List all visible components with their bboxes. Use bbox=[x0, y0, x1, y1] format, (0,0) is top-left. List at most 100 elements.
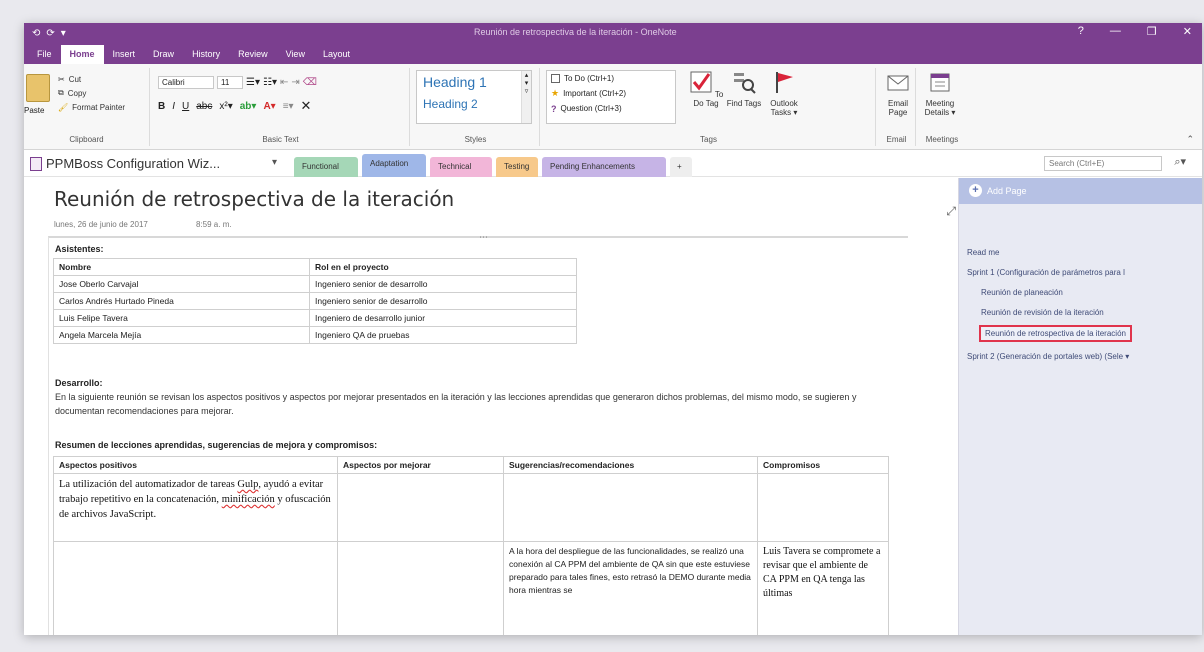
development-paragraph[interactable]: En la siguiente reunión se revisan los a… bbox=[55, 390, 895, 418]
table-cell[interactable]: La utilización del automatizador de tare… bbox=[53, 473, 338, 542]
tab-history[interactable]: History bbox=[183, 45, 229, 64]
paste-icon[interactable] bbox=[26, 74, 50, 102]
undo-icon[interactable]: ⟲ bbox=[32, 28, 40, 39]
indent-icon[interactable]: ⇥ bbox=[291, 77, 299, 88]
table-cell[interactable]: Ingeniero de desarrollo junior bbox=[309, 309, 577, 327]
table-cell[interactable] bbox=[757, 473, 889, 542]
table-cell[interactable] bbox=[53, 541, 338, 635]
cut-button[interactable]: ✂ Cut bbox=[58, 72, 125, 86]
page-item-retrospective[interactable]: Reunión de retrospectiva de la iteración bbox=[979, 325, 1132, 342]
tab-layout[interactable]: Layout bbox=[314, 45, 359, 64]
copy-button[interactable]: ⧉ Copy bbox=[58, 86, 125, 100]
tab-insert[interactable]: Insert bbox=[104, 45, 145, 64]
highlight-icon[interactable]: ab▾ bbox=[240, 101, 257, 112]
table-cell[interactable]: Luis Felipe Tavera bbox=[53, 309, 310, 327]
attendees-heading: Asistentes: bbox=[55, 244, 104, 254]
delete-icon[interactable]: ✕ bbox=[301, 98, 312, 114]
styles-gallery[interactable]: Heading 1 Heading 2 ▴ ▾ ▿ bbox=[416, 70, 532, 124]
italic-icon[interactable]: I bbox=[172, 101, 175, 112]
styles-scroll[interactable]: ▴ ▾ ▿ bbox=[521, 71, 531, 123]
table-cell[interactable]: Ingeniero senior de desarrollo bbox=[309, 275, 577, 293]
tag-question[interactable]: ? Question (Ctrl+3) bbox=[547, 101, 675, 116]
lessons-table[interactable]: Aspectos positivos Aspectos por mejorar … bbox=[53, 456, 889, 635]
page-item-sprint-1[interactable]: Sprint 1 (Configuración de parámetros pa… bbox=[967, 268, 1125, 277]
meeting-details-button[interactable]: Meeting Details ▾ bbox=[920, 70, 960, 117]
format-painter-button[interactable]: 🖌 Format Painter bbox=[58, 100, 125, 114]
minimize-button[interactable]: — bbox=[1110, 25, 1121, 38]
search-input[interactable]: Search (Ctrl+E) bbox=[1044, 156, 1162, 171]
font-name-select[interactable]: Calibri bbox=[158, 76, 214, 89]
table-cell[interactable]: Jose Oberlo Carvajal bbox=[53, 275, 310, 293]
chevron-down-icon[interactable]: ▾ bbox=[272, 157, 277, 168]
clear-formatting-icon[interactable]: ⌫ bbox=[303, 77, 317, 88]
strikethrough-icon[interactable]: abc bbox=[196, 101, 212, 112]
container-grip-icon[interactable]: ⋯ bbox=[479, 232, 488, 243]
font-size-select[interactable]: 11 bbox=[217, 76, 243, 89]
tags-gallery[interactable]: To Do (Ctrl+1) ★ Important (Ctrl+2) ? Ques… bbox=[546, 70, 676, 124]
close-button[interactable]: ✕ bbox=[1183, 25, 1192, 38]
tab-view[interactable]: View bbox=[277, 45, 314, 64]
expand-icon[interactable]: ⤢ bbox=[946, 204, 956, 219]
email-page-button[interactable]: Email Page bbox=[878, 70, 918, 117]
attendees-table[interactable]: Nombre Rol en el proyecto Jose Oberlo Ca… bbox=[53, 258, 577, 344]
section-tab-technical[interactable]: Technical bbox=[430, 157, 492, 177]
table-cell[interactable] bbox=[337, 473, 504, 542]
font-color-icon[interactable]: A▾ bbox=[263, 101, 275, 112]
table-row: Angela Marcela Mejía Ingeniero QA de pru… bbox=[53, 326, 577, 344]
table-cell[interactable]: Angela Marcela Mejía bbox=[53, 326, 310, 344]
table-header: Aspectos positivos bbox=[53, 456, 338, 474]
notebook-title[interactable]: PPMBoss Configuration Wiz... bbox=[46, 156, 220, 171]
subscript-icon[interactable]: x²▾ bbox=[219, 101, 232, 112]
page-canvas[interactable]: Reunión de retrospectiva de la iteración… bbox=[24, 178, 958, 635]
tab-file[interactable]: File bbox=[28, 45, 61, 64]
customize-qat-icon[interactable]: ▾ bbox=[61, 28, 66, 39]
page-item-sprint-2[interactable]: Sprint 2 (Generación de portales web) (S… bbox=[967, 352, 1129, 361]
table-cell[interactable] bbox=[337, 541, 504, 635]
style-heading-1[interactable]: Heading 1 bbox=[423, 74, 487, 90]
table-cell[interactable]: Luis Tavera se compromete a revisar que … bbox=[757, 541, 889, 635]
search-icon[interactable]: ⌕▾ bbox=[1174, 155, 1186, 169]
window-title: Reunión de retrospectiva de la iteración… bbox=[474, 27, 677, 37]
notebook-icon[interactable] bbox=[30, 157, 42, 171]
section-tab-pending-enhancements[interactable]: Pending Enhancements bbox=[542, 157, 666, 177]
brush-icon: 🖌 bbox=[58, 102, 69, 112]
table-cell[interactable]: Ingeniero senior de desarrollo bbox=[309, 292, 577, 310]
table-cell[interactable] bbox=[503, 473, 758, 542]
tab-home[interactable]: Home bbox=[60, 45, 104, 64]
tab-review[interactable]: Review bbox=[229, 45, 277, 64]
find-tags-button[interactable]: Find Tags bbox=[724, 70, 764, 108]
paste-button[interactable]: Paste bbox=[24, 106, 44, 115]
bullets-icon[interactable]: ☰▾ bbox=[246, 77, 260, 88]
tag-todo[interactable]: To Do (Ctrl+1) bbox=[547, 71, 675, 86]
numbering-icon[interactable]: ☷▾ bbox=[263, 77, 277, 88]
table-cell[interactable]: Carlos Andrés Hurtado Pineda bbox=[53, 292, 310, 310]
note-container[interactable]: ⋯ Asistentes: Nombre Rol en el proyecto … bbox=[48, 232, 908, 635]
todo-tag-button[interactable]: To Do Tag bbox=[686, 70, 726, 108]
spelling-flagged-word[interactable]: minificación bbox=[222, 494, 275, 505]
collapse-ribbon-icon[interactable]: ⌃ bbox=[1186, 134, 1194, 145]
spelling-flagged-word[interactable]: Gulp bbox=[237, 479, 258, 490]
add-section-button[interactable]: + bbox=[670, 157, 692, 177]
redo-icon[interactable]: ⟳ bbox=[46, 28, 54, 39]
maximize-button[interactable]: ❐ bbox=[1147, 25, 1157, 38]
section-tab-adaptation[interactable]: Adaptation bbox=[362, 154, 426, 177]
underline-icon[interactable]: U bbox=[182, 101, 189, 112]
page-item-read-me[interactable]: Read me bbox=[967, 248, 999, 257]
page-title[interactable]: Reunión de retrospectiva de la iteración bbox=[54, 187, 454, 211]
outlook-tasks-button[interactable]: Outlook Tasks ▾ bbox=[764, 70, 804, 117]
tab-draw[interactable]: Draw bbox=[144, 45, 183, 64]
table-row: Jose Oberlo Carvajal Ingeniero senior de… bbox=[53, 275, 577, 293]
page-item-review[interactable]: Reunión de revisión de la iteración bbox=[981, 308, 1104, 317]
style-heading-2[interactable]: Heading 2 bbox=[423, 97, 478, 111]
bold-icon[interactable]: B bbox=[158, 101, 165, 112]
tag-important[interactable]: ★ Important (Ctrl+2) bbox=[547, 86, 675, 101]
table-cell[interactable]: A la hora del despliegue de las funciona… bbox=[503, 541, 758, 635]
section-tab-testing[interactable]: Testing bbox=[496, 157, 538, 177]
align-icon[interactable]: ≡▾ bbox=[283, 101, 294, 112]
add-page-button[interactable]: + Add Page bbox=[959, 178, 1202, 204]
section-tab-functional[interactable]: Functional bbox=[294, 157, 358, 177]
help-icon[interactable]: ? bbox=[1078, 25, 1084, 38]
outdent-icon[interactable]: ⇤ bbox=[280, 77, 288, 88]
page-item-planning[interactable]: Reunión de planeación bbox=[981, 288, 1063, 297]
table-cell[interactable]: Ingeniero QA de pruebas bbox=[309, 326, 577, 344]
